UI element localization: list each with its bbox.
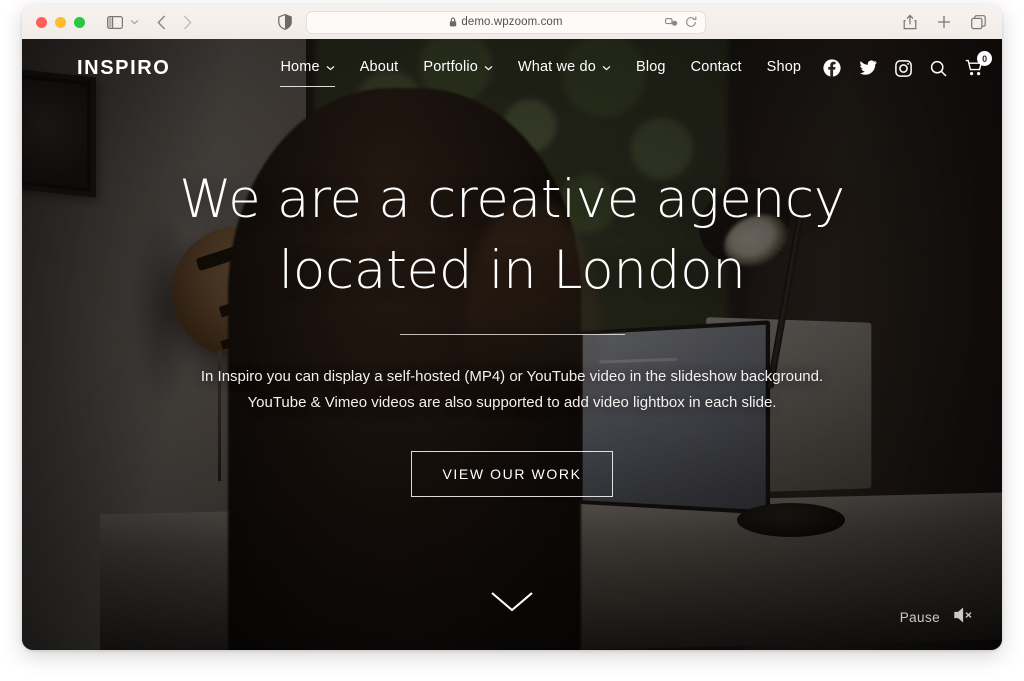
nav-item-label: Blog <box>636 58 666 75</box>
nav-item-label: Contact <box>690 58 742 75</box>
toolbar-right-actions <box>903 5 986 39</box>
page-viewport: INSPIRO Home About Portfolio What we do … <box>22 39 1002 650</box>
extensions-icon[interactable] <box>665 17 678 28</box>
sidebar-options-chevron-down-icon[interactable] <box>130 19 139 25</box>
reload-icon[interactable] <box>685 16 697 28</box>
nav-item-about[interactable]: About <box>360 59 399 78</box>
browser-toolbar: demo.wpzoom.com <box>22 5 1002 39</box>
share-icon[interactable] <box>903 14 917 30</box>
hero-subtitle: In Inspiro you can display a self-hosted… <box>201 364 823 416</box>
instagram-icon[interactable] <box>895 59 912 77</box>
back-arrow-icon[interactable] <box>157 15 166 30</box>
chevron-down-icon <box>326 59 335 75</box>
nav-item-label: Portfolio <box>423 58 478 75</box>
chevron-down-icon <box>484 59 493 75</box>
sidebar-toggle-icon[interactable] <box>107 15 123 29</box>
twitter-icon[interactable] <box>859 60 877 76</box>
close-window-button[interactable] <box>36 16 47 28</box>
header-icon-group: 0 <box>823 51 1002 77</box>
nav-item-label: Home <box>280 58 320 75</box>
url-bar-actions <box>665 12 697 33</box>
chevron-down-icon <box>602 59 611 75</box>
cart-count-badge: 0 <box>977 51 993 66</box>
nav-item-contact[interactable]: Contact <box>691 59 742 78</box>
speaker-muted-icon[interactable] <box>954 607 974 628</box>
privacy-shield-icon[interactable] <box>278 14 292 30</box>
main-navigation: Home About Portfolio What we do Blog Con… <box>280 58 801 87</box>
nav-item-label: What we do <box>517 58 596 75</box>
url-text: demo.wpzoom.com <box>461 16 563 28</box>
hero-subtitle-line-2: YouTube & Vimeo videos are also supporte… <box>247 393 777 411</box>
search-icon[interactable] <box>930 60 947 77</box>
pause-button[interactable]: Pause <box>900 610 940 625</box>
nav-item-portfolio[interactable]: Portfolio <box>423 59 493 78</box>
lock-icon <box>449 17 457 27</box>
plus-icon[interactable] <box>937 15 951 29</box>
facebook-icon[interactable] <box>823 59 841 77</box>
maximize-window-button[interactable] <box>74 16 85 28</box>
cart-icon[interactable]: 0 <box>965 51 993 77</box>
navigation-arrows <box>157 15 192 30</box>
hero-subtitle-line-1: In Inspiro you can display a self-hosted… <box>200 367 824 385</box>
browser-window: demo.wpzoom.com INSPIRO Home About Portf… <box>22 5 1002 650</box>
scroll-down-chevron-icon[interactable] <box>490 591 534 618</box>
minimize-window-button[interactable] <box>55 16 66 28</box>
site-logo[interactable]: INSPIRO <box>77 57 170 80</box>
tab-overview-icon[interactable] <box>971 14 986 30</box>
traffic-lights <box>36 16 85 28</box>
slideshow-controls: Pause <box>900 607 974 628</box>
nav-item-label: Shop <box>766 58 802 75</box>
nav-item-home[interactable]: Home <box>280 58 336 87</box>
forward-arrow-icon[interactable] <box>183 15 192 30</box>
hero-divider <box>399 333 625 335</box>
url-bar[interactable]: demo.wpzoom.com <box>306 10 706 34</box>
view-our-work-button[interactable]: VIEW OUR WORK <box>411 451 613 498</box>
site-header: INSPIRO Home About Portfolio What we do … <box>22 39 1002 97</box>
nav-item-what-we-do[interactable]: What we do <box>518 59 611 78</box>
hero-title: We are a creative agency located in Lond… <box>179 168 845 301</box>
nav-item-shop[interactable]: Shop <box>767 59 801 78</box>
nav-item-label: About <box>359 58 399 75</box>
nav-item-blog[interactable]: Blog <box>636 59 666 78</box>
hero-section: We are a creative agency located in Lond… <box>22 39 1002 650</box>
